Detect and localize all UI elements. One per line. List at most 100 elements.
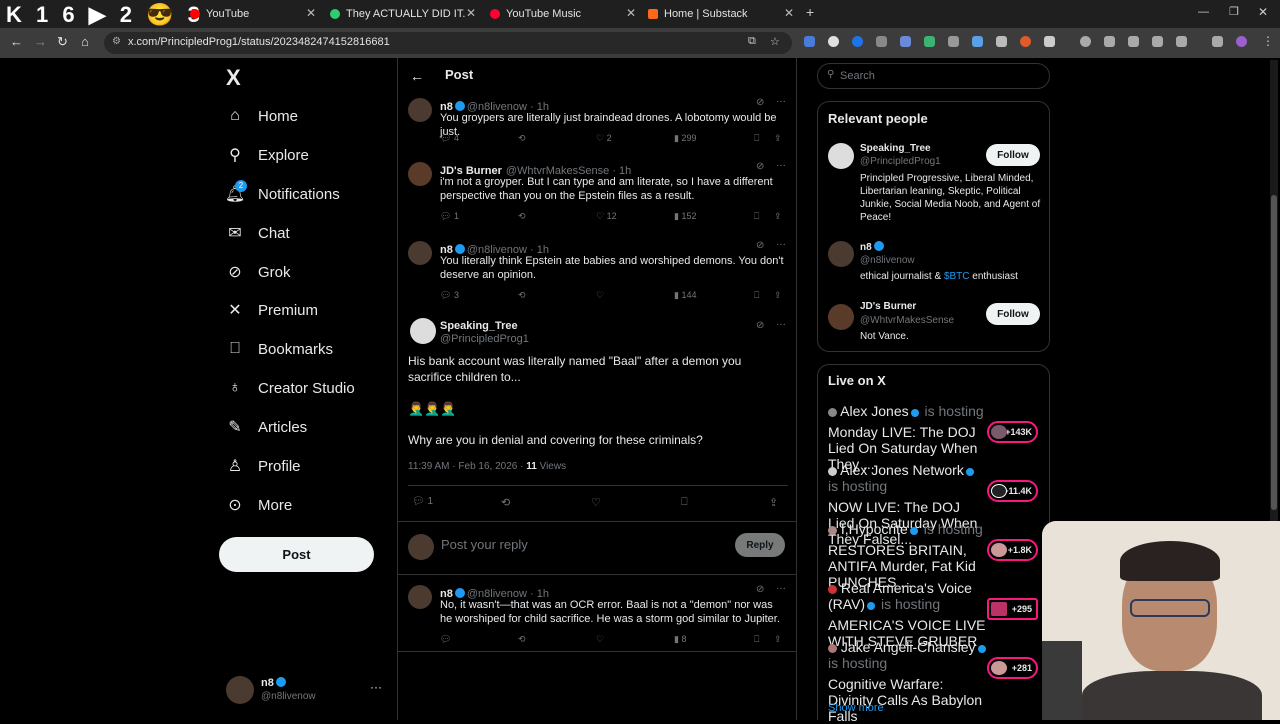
live-listener-pill[interactable]: +295: [987, 598, 1038, 620]
site-info-icon[interactable]: ⚙: [112, 36, 121, 47]
more-icon[interactable]: ···: [776, 239, 786, 250]
person-handle[interactable]: @WhtvrMakesSense: [860, 315, 954, 326]
extension-icon[interactable]: [972, 36, 983, 47]
minimize-button[interactable]: —: [1198, 6, 1209, 18]
extension-icon[interactable]: [804, 36, 815, 47]
grok-icon[interactable]: ⊘: [756, 240, 764, 251]
tweet[interactable]: JD's Burner @WhtvrMakesSense · 1h ⊘ ··· …: [398, 159, 797, 229]
url-field[interactable]: ⚙ x.com/PrincipledProg1/status/202348247…: [104, 32, 792, 54]
bookmark-icon[interactable]: ⎕: [754, 634, 759, 645]
post-timestamp[interactable]: 11:39 AM · Feb 16, 2026 ·: [408, 461, 526, 472]
heart-icon[interactable]: ♡: [591, 496, 601, 509]
follow-button[interactable]: Follow: [986, 144, 1040, 166]
tweet[interactable]: n8 @n8livenow · 1h ⊘ ··· No, it wasn't—th…: [398, 582, 797, 652]
new-tab-button[interactable]: +: [806, 4, 814, 20]
tweet[interactable]: n8 @n8livenow · 1h ⊘ ··· You groypers are…: [398, 95, 797, 149]
extension-icon[interactable]: [1020, 36, 1031, 47]
close-icon[interactable]: ✕: [626, 6, 636, 20]
views-action[interactable]: ▮ 8: [674, 634, 686, 645]
menu-lines-icon[interactable]: [1212, 36, 1223, 47]
nav-home[interactable]: ⌂ Home: [226, 107, 298, 125]
post-button[interactable]: Post: [219, 537, 374, 572]
avatar[interactable]: [410, 318, 436, 344]
devtools-icon[interactable]: [1128, 36, 1139, 47]
nav-explore[interactable]: ⚲ Explore: [226, 146, 309, 165]
views-action[interactable]: ▮ 152: [674, 211, 697, 222]
like-action[interactable]: ♡: [596, 290, 604, 301]
avatar[interactable]: [828, 304, 854, 330]
cashtag-link[interactable]: $BTC: [944, 271, 970, 282]
tweet[interactable]: n8 @n8livenow · 1h ⊘ ··· You literally th…: [398, 238, 797, 308]
grok-icon[interactable]: ⊘: [756, 320, 764, 331]
like-action[interactable]: ♡ 12: [596, 211, 617, 222]
extension-icon[interactable]: [852, 36, 863, 47]
share-icon[interactable]: ⇪: [774, 634, 782, 645]
grok-icon[interactable]: ⊘: [756, 161, 764, 172]
sidebar-icon[interactable]: [1152, 36, 1163, 47]
repost-icon[interactable]: ⟲: [501, 496, 510, 509]
close-icon[interactable]: ✕: [306, 6, 316, 20]
extension-icon[interactable]: [876, 36, 887, 47]
search-box[interactable]: ⚲ Search: [817, 63, 1050, 89]
live-listener-pill[interactable]: +143K: [987, 421, 1038, 443]
nav-chat[interactable]: ✉ Chat: [226, 224, 289, 243]
account-more-icon[interactable]: ···: [370, 680, 382, 694]
nav-articles[interactable]: ✎ Articles: [226, 418, 307, 437]
person-handle[interactable]: @n8livenow: [860, 255, 915, 266]
reply-action[interactable]: 💬︎ 3: [440, 290, 459, 301]
tab-youtube[interactable]: YouTube ✕: [190, 4, 320, 24]
tab-substack[interactable]: Home | Substack ✕: [648, 4, 798, 24]
bookmark-icon[interactable]: ⎕: [754, 211, 759, 222]
kebab-menu-icon[interactable]: ⋮: [1262, 34, 1274, 48]
avatar[interactable]: [828, 241, 854, 267]
like-action[interactable]: ♡ 2: [596, 133, 612, 144]
back-icon[interactable]: ←: [10, 34, 23, 49]
show-more-link[interactable]: Show more: [828, 702, 884, 714]
install-icon[interactable]: ⧉: [748, 35, 756, 48]
live-listener-pill[interactable]: +11.4K: [987, 480, 1038, 502]
maximize-button[interactable]: ❐: [1229, 5, 1239, 18]
repost-icon[interactable]: ⟲: [518, 133, 526, 144]
more-icon[interactable]: ···: [776, 96, 786, 107]
bookmark-icon[interactable]: ⎕: [754, 290, 759, 301]
x-logo-icon[interactable]: X: [226, 65, 241, 91]
extension-icon[interactable]: [996, 36, 1007, 47]
back-arrow-icon[interactable]: ←: [410, 68, 424, 84]
reply-action[interactable]: 💬︎ 1: [440, 211, 459, 222]
author-handle[interactable]: @PrincipledProg1: [440, 333, 529, 345]
extension-icon[interactable]: [948, 36, 959, 47]
grok-icon[interactable]: ⊘: [756, 584, 764, 595]
repost-icon[interactable]: ⟲: [518, 634, 526, 645]
nav-profile[interactable]: ♙ Profile: [226, 457, 301, 476]
views-action[interactable]: ▮ 299: [674, 133, 697, 144]
home-icon[interactable]: ⌂: [81, 34, 89, 49]
nav-premium[interactable]: ✕ Premium: [226, 301, 318, 320]
person-name[interactable]: JD's Burner: [860, 301, 916, 312]
share-icon[interactable]: ⇪: [774, 290, 782, 301]
nav-grok[interactable]: ⊘ Grok: [226, 263, 290, 282]
share-icon[interactable]: ⇪: [774, 133, 782, 144]
forward-icon[interactable]: →: [34, 34, 47, 49]
tab-youtube-music[interactable]: YouTube Music ✕: [490, 4, 640, 24]
close-icon[interactable]: ✕: [466, 6, 476, 20]
extension-icon[interactable]: [1176, 36, 1187, 47]
avatar[interactable]: [408, 98, 432, 122]
avatar[interactable]: [408, 241, 432, 265]
avatar[interactable]: [828, 143, 854, 169]
nav-more[interactable]: ⊙ More: [226, 496, 292, 515]
profile-avatar[interactable]: [1236, 36, 1247, 47]
live-listener-pill[interactable]: +281: [987, 657, 1038, 679]
reply-input[interactable]: Post your reply: [441, 537, 528, 552]
reply-button[interactable]: Reply: [735, 533, 785, 557]
reply-action[interactable]: 💬︎ 1: [412, 496, 433, 507]
tab-video[interactable]: They ACTUALLY DID IT. ✕: [330, 4, 480, 24]
close-window-button[interactable]: ✕: [1258, 5, 1268, 19]
heart-icon[interactable]: ♡: [596, 634, 604, 645]
reload-icon[interactable]: ↻: [57, 34, 68, 50]
bookmark-icon[interactable]: ⎕: [754, 133, 759, 144]
bookmark-star-icon[interactable]: ☆: [770, 35, 780, 48]
nav-notifications[interactable]: 🔔︎ 2 Notifications: [225, 180, 340, 203]
extension-icon[interactable]: [828, 36, 839, 47]
extension-icon[interactable]: [924, 36, 935, 47]
person-name[interactable]: n8: [860, 241, 886, 253]
